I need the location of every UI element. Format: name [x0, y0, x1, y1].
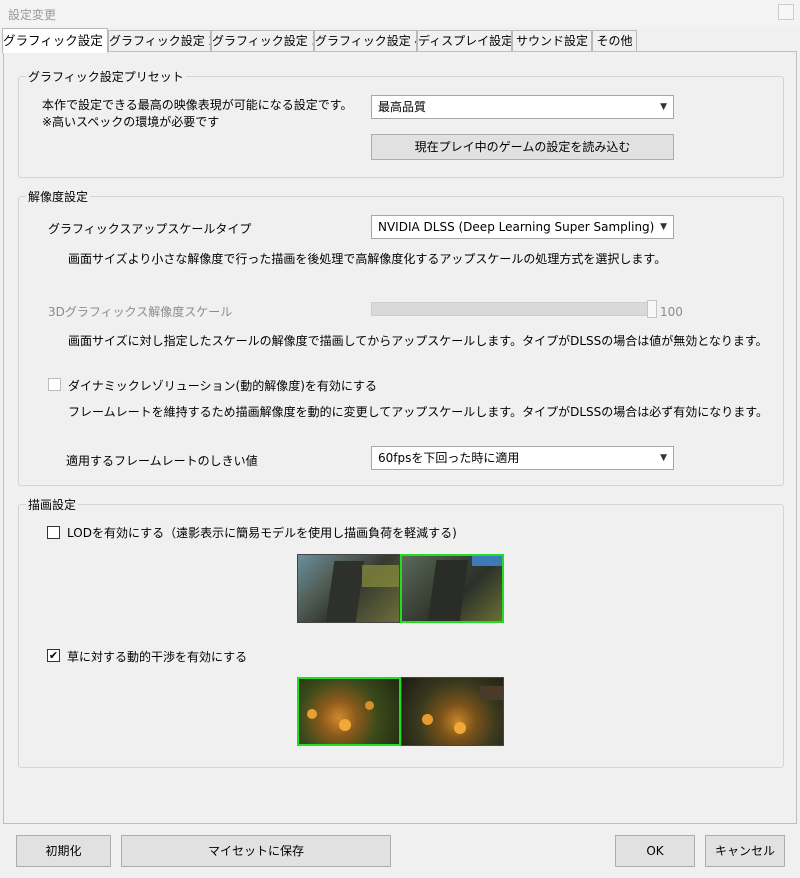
- dynamic-resolution-description: フレームレートを維持するため描画解像度を動的に変更してアップスケールします。タイ…: [68, 405, 769, 419]
- resolution-legend: 解像度設定: [26, 188, 91, 205]
- tab-panel: グラフィック設定プリセット 本作で設定できる最高の映像表現が可能になる設定です。…: [3, 51, 797, 824]
- tab-other[interactable]: その他: [592, 30, 637, 51]
- lod-checkbox[interactable]: [47, 526, 60, 539]
- preset-select-value: 最高品質: [378, 100, 427, 114]
- upscale-type-label: グラフィックスアップスケールタイプ: [48, 222, 252, 236]
- tab-graphics-3[interactable]: グラフィック設定 3: [211, 30, 314, 51]
- save-myset-button[interactable]: マイセットに保存: [121, 835, 391, 867]
- close-button[interactable]: [778, 4, 794, 20]
- framerate-threshold-value: 60fpsを下回った時に適用: [378, 451, 520, 465]
- resolution-scale-slider-track[interactable]: [371, 302, 649, 316]
- dynamic-resolution-checkbox[interactable]: [48, 378, 61, 391]
- load-current-settings-button[interactable]: 現在プレイ中のゲームの設定を読み込む: [371, 134, 674, 160]
- tab-sound[interactable]: サウンド設定: [512, 30, 592, 51]
- framerate-threshold-select[interactable]: 60fpsを下回った時に適用 ▼: [371, 446, 674, 470]
- ok-button[interactable]: OK: [615, 835, 695, 867]
- tab-graphics-4[interactable]: グラフィック設定 4: [314, 30, 417, 51]
- reset-button[interactable]: 初期化: [16, 835, 111, 867]
- dynamic-resolution-label[interactable]: ダイナミックレゾリューション(動的解像度)を有効にする: [68, 377, 377, 394]
- grass-on-preview-image: [297, 677, 401, 746]
- lod-off-preview-image: [297, 554, 400, 623]
- framerate-threshold-label: 適用するフレームレートのしきい値: [66, 454, 258, 468]
- cancel-button[interactable]: キャンセル: [705, 835, 785, 867]
- resolution-scale-slider-thumb[interactable]: [647, 300, 657, 318]
- preset-description-line1: 本作で設定できる最高の映像表現が可能になる設定です。: [42, 98, 353, 112]
- tab-graphics-2[interactable]: グラフィック設定 2: [108, 30, 211, 51]
- upscale-type-description: 画面サイズより小さな解像度で行った描画を後処理で高解像度化するアップスケールの処…: [68, 252, 667, 266]
- preset-legend: グラフィック設定プリセット: [26, 68, 186, 85]
- lod-label[interactable]: LODを有効にする（遠影表示に簡易モデルを使用し描画負荷を軽減する): [67, 524, 457, 541]
- upscale-type-value: NVIDIA DLSS (Deep Learning Super Samplin…: [378, 220, 655, 234]
- grass-interaction-label[interactable]: 草に対する動的干渉を有効にする: [67, 648, 247, 665]
- grass-off-preview-image: [401, 677, 504, 746]
- resolution-scale-description: 画面サイズに対し指定したスケールの解像度で描画してからアップスケールします。タイ…: [68, 334, 768, 348]
- tab-bar: グラフィック設定 1 グラフィック設定 2 グラフィック設定 3 グラフィック設…: [0, 28, 800, 53]
- chevron-down-icon: ▼: [660, 222, 667, 232]
- tab-display[interactable]: ディスプレイ設定: [417, 30, 512, 51]
- upscale-type-select[interactable]: NVIDIA DLSS (Deep Learning Super Samplin…: [371, 215, 674, 239]
- title-bar: 設定変更: [0, 0, 800, 27]
- chevron-down-icon: ▼: [660, 453, 667, 463]
- resolution-scale-label: 3Dグラフィックス解像度スケール: [48, 305, 233, 319]
- dialog-footer: 初期化 マイセットに保存 OK キャンセル: [0, 824, 800, 878]
- grass-interaction-checkbox[interactable]: ✔: [47, 649, 60, 662]
- resolution-scale-value: 100: [660, 305, 683, 319]
- tab-graphics-1[interactable]: グラフィック設定 1: [2, 28, 108, 53]
- lod-on-preview-image: [400, 554, 504, 623]
- preset-description-line2: ※高いスペックの環境が必要です: [42, 115, 220, 129]
- preset-select[interactable]: 最高品質 ▼: [371, 95, 674, 119]
- chevron-down-icon: ▼: [660, 102, 667, 112]
- window-title: 設定変更: [8, 8, 57, 22]
- render-legend: 描画設定: [26, 496, 79, 513]
